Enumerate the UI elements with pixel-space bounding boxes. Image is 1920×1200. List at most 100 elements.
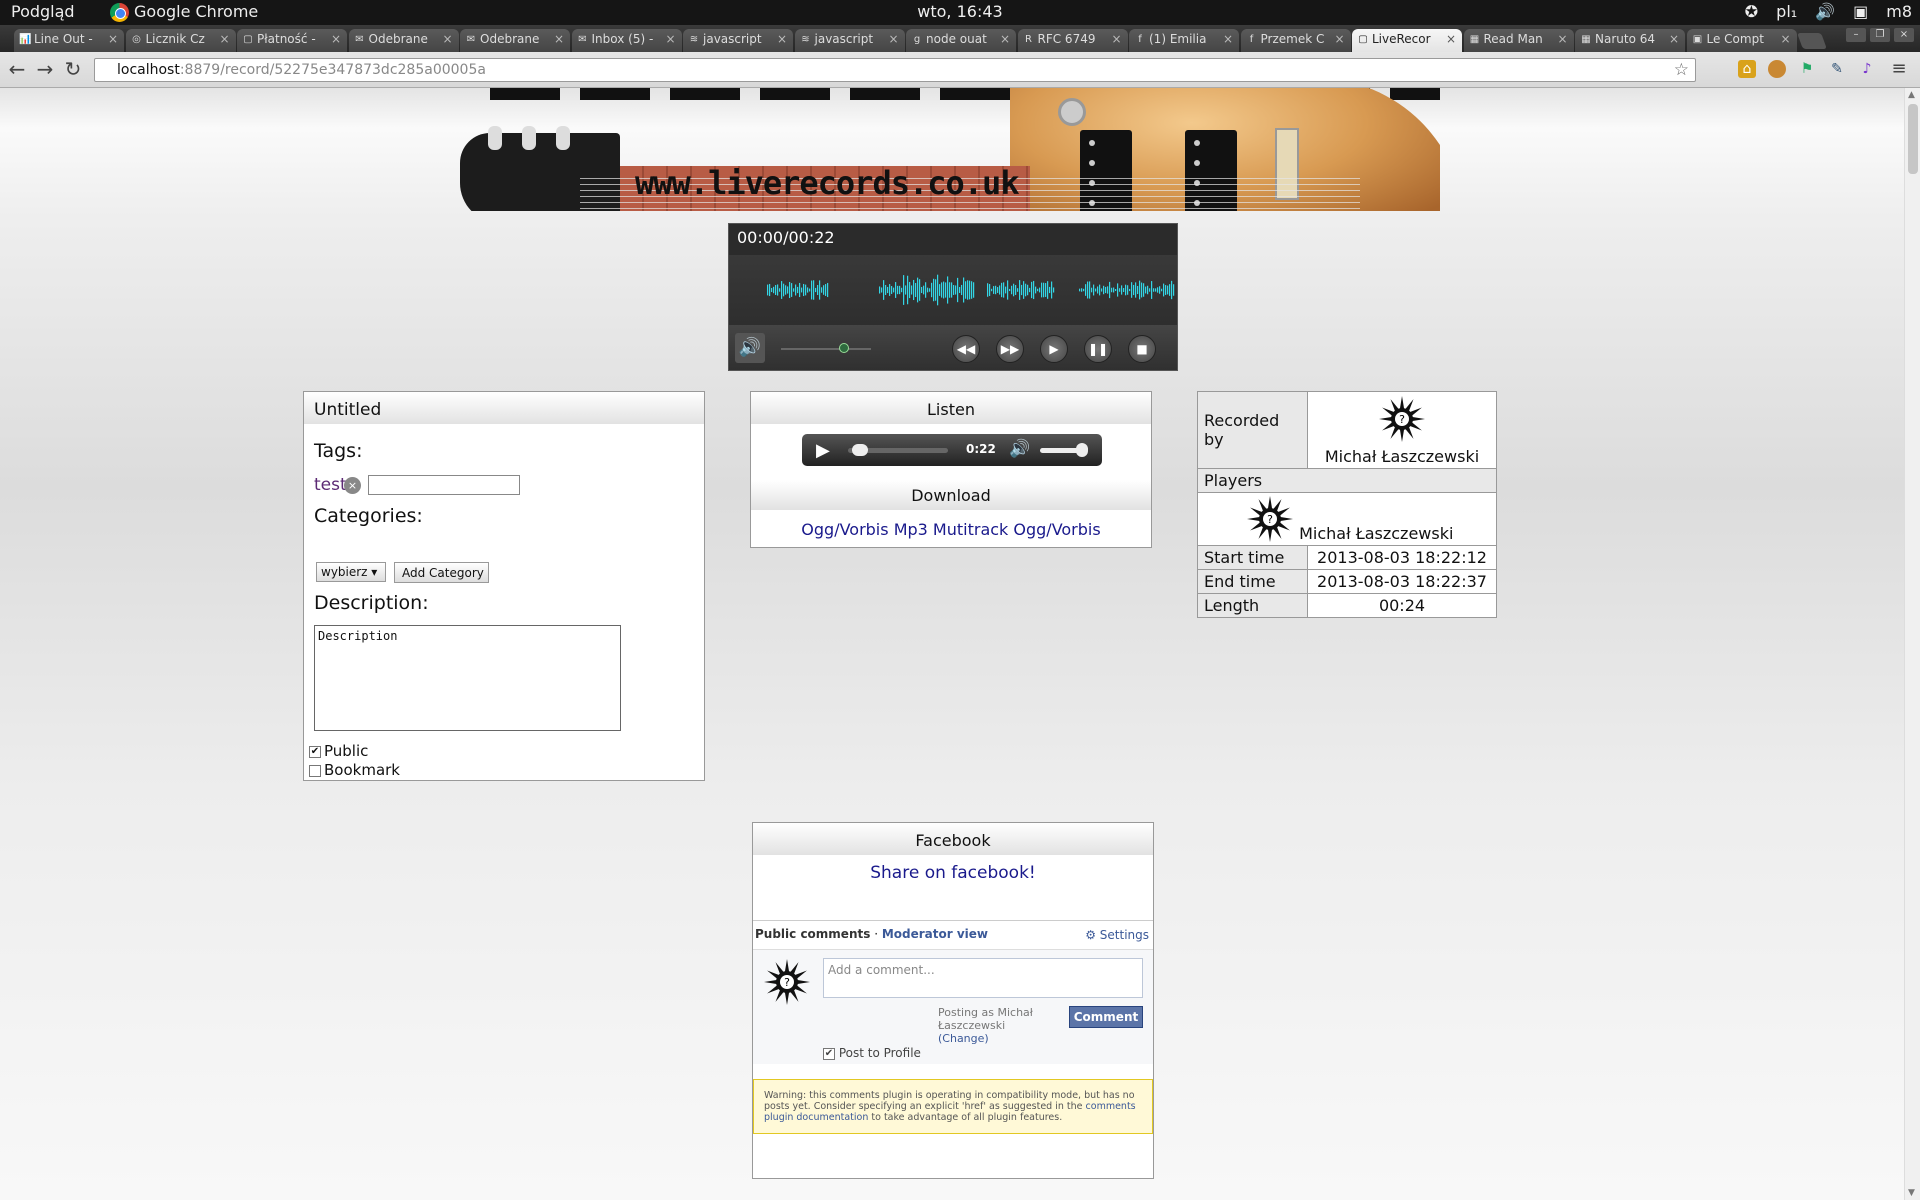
recorded-by-name[interactable]: Michał Łaszczewski	[1325, 447, 1479, 466]
browser-tab[interactable]: R RFC 6749 ×	[1017, 29, 1128, 52]
volume-slider-knob[interactable]	[839, 343, 849, 353]
share-facebook-link[interactable]: Share on facebook!	[753, 863, 1153, 883]
tab-close-icon[interactable]: ×	[108, 32, 118, 46]
mini-volume-icon[interactable]: 🔊	[1009, 439, 1030, 459]
download-header: Download	[751, 480, 1151, 510]
fb-comment-button[interactable]: Comment	[1069, 1006, 1143, 1028]
tab-close-icon[interactable]: ×	[1000, 32, 1010, 46]
waveform-bar	[997, 287, 999, 293]
extension-icon-4[interactable]: ✎	[1828, 60, 1846, 78]
bookmark-checkbox[interactable]	[309, 765, 321, 777]
download-mp3-link[interactable]: Mp3	[894, 520, 928, 539]
stop-button[interactable]: ■	[1128, 335, 1156, 363]
volume-icon[interactable]: 🔊	[735, 333, 765, 363]
waveform-bar	[1135, 282, 1137, 298]
page-scrollbar[interactable]: ▲ ▼	[1904, 88, 1920, 1200]
fb-comment-input[interactable]: Add a comment...	[823, 958, 1143, 998]
tab-close-icon[interactable]: ×	[1669, 32, 1679, 46]
tab-close-icon[interactable]: ×	[219, 32, 229, 46]
tab-close-icon[interactable]: ×	[1223, 32, 1233, 46]
browser-tab[interactable]: ✉ Inbox (5) - ×	[571, 29, 682, 52]
moderator-view-tab[interactable]: Moderator view	[882, 927, 988, 941]
player-avatar-icon[interactable]: ?	[1246, 495, 1294, 543]
play-button[interactable]: ▶	[1040, 335, 1068, 363]
user-label[interactable]: m8	[1886, 2, 1912, 21]
html5-audio-player: ▶ 0:22 🔊	[802, 434, 1102, 466]
fast-forward-button[interactable]: ▶▶	[996, 335, 1024, 363]
volume-icon[interactable]: 🔊	[1815, 2, 1835, 21]
tab-close-icon[interactable]: ×	[665, 32, 675, 46]
download-ogg-link[interactable]: Ogg/Vorbis	[801, 520, 888, 539]
address-bar[interactable]: localhost:8879/record/52275e347873dc285a…	[94, 58, 1696, 82]
restore-icon[interactable]: ❐	[1870, 28, 1890, 42]
keyboard-layout-label[interactable]: pl₁	[1776, 2, 1797, 21]
add-category-button[interactable]: Add Category	[394, 562, 489, 583]
browser-tab[interactable]: ▦ Naruto 64 ×	[1575, 29, 1685, 52]
fb-settings-link[interactable]: ⚙ Settings	[1085, 928, 1149, 942]
browser-tab[interactable]: f (1) Emilia ×	[1129, 29, 1239, 52]
public-checkbox[interactable]: ✔	[309, 746, 321, 758]
tab-close-icon[interactable]: ×	[888, 32, 898, 46]
browser-tab[interactable]: ≋ javascript ×	[683, 29, 793, 52]
tab-close-icon[interactable]: ×	[442, 32, 452, 46]
mini-volume-thumb[interactable]	[1076, 443, 1088, 457]
fb-change-link[interactable]: (Change)	[938, 1032, 989, 1045]
back-icon[interactable]: ←	[6, 58, 28, 80]
tab-close-icon[interactable]: ×	[1334, 32, 1344, 46]
tab-close-icon[interactable]: ×	[1780, 32, 1790, 46]
battery-icon[interactable]: ▣	[1853, 2, 1868, 21]
music-extension-icon[interactable]: ♪	[1858, 60, 1876, 78]
browser-tab[interactable]: ▢ LiveRecor ×	[1352, 29, 1462, 52]
accessibility-icon[interactable]: ✪	[1745, 2, 1758, 21]
reload-icon[interactable]: ↻	[62, 58, 84, 80]
cookie-extension-icon[interactable]	[1768, 60, 1786, 78]
public-comments-tab[interactable]: Public comments	[755, 927, 870, 941]
rewind-button[interactable]: ◀◀	[952, 335, 980, 363]
tab-close-icon[interactable]: ×	[554, 32, 564, 46]
post-to-profile-checkbox[interactable]: ✔	[823, 1047, 835, 1060]
scrollbar-thumb[interactable]	[1908, 104, 1918, 174]
waveform-bar	[935, 279, 937, 301]
remove-tag-icon[interactable]: ×	[344, 477, 361, 494]
close-window-icon[interactable]: ×	[1894, 28, 1914, 42]
browser-tab[interactable]: ✉ Odebrane ×	[460, 29, 570, 52]
description-textarea[interactable]: Description	[314, 625, 621, 731]
tab-close-icon[interactable]: ×	[1557, 32, 1567, 46]
tab-close-icon[interactable]: ×	[331, 32, 341, 46]
scroll-down-icon[interactable]: ▼	[1908, 1188, 1915, 1198]
tab-close-icon[interactable]: ×	[777, 32, 787, 46]
browser-tab[interactable]: g node ouat ×	[906, 29, 1016, 52]
waveform-bar	[1039, 287, 1041, 293]
extension-icon-1[interactable]: ⌂	[1738, 60, 1756, 78]
bookmark-star-icon[interactable]: ☆	[1674, 60, 1689, 80]
tag-chip[interactable]: test	[314, 475, 347, 495]
download-multitrack-link[interactable]: Mutitrack Ogg/Vorbis	[933, 520, 1101, 539]
browser-tab[interactable]: ✉ Odebrane ×	[348, 29, 459, 52]
browser-tab[interactable]: ▢ Płatność - ×	[237, 29, 347, 52]
category-select[interactable]: wybierz ▾	[316, 562, 386, 582]
pause-button[interactable]: ❚❚	[1084, 335, 1112, 363]
tab-close-icon[interactable]: ×	[1111, 32, 1121, 46]
forward-icon[interactable]: →	[34, 58, 56, 80]
scroll-up-icon[interactable]: ▲	[1908, 90, 1915, 100]
waveform-display[interactable]	[729, 255, 1177, 325]
waveform-bar	[779, 288, 781, 292]
extension-icon-3[interactable]: ⚑	[1798, 60, 1816, 78]
tag-input[interactable]	[368, 475, 520, 495]
browser-tab[interactable]: f Przemek C ×	[1240, 29, 1351, 52]
waveform-bar	[993, 286, 995, 294]
mini-play-icon[interactable]: ▶	[816, 440, 830, 461]
browser-tab[interactable]: 📊 Line Out - ×	[14, 29, 124, 52]
browser-tab[interactable]: ≋ javascript ×	[794, 29, 905, 52]
new-tab-button[interactable]	[1797, 33, 1827, 49]
user-avatar-icon[interactable]: ?	[1378, 395, 1426, 443]
mini-seek-thumb[interactable]	[852, 444, 868, 456]
minimize-icon[interactable]: –	[1846, 28, 1866, 42]
browser-tab[interactable]: ▦ Read Man ×	[1463, 29, 1574, 52]
chrome-menu-icon[interactable]: ≡	[1890, 60, 1908, 78]
player-name[interactable]: Michał Łaszczewski	[1299, 524, 1453, 543]
browser-tab[interactable]: ▣ Le Compt ×	[1686, 29, 1797, 52]
tab-close-icon[interactable]: ×	[1446, 32, 1456, 46]
volume-slider[interactable]	[781, 348, 871, 350]
browser-tab[interactable]: ◎ Licznik Cz ×	[125, 29, 236, 52]
